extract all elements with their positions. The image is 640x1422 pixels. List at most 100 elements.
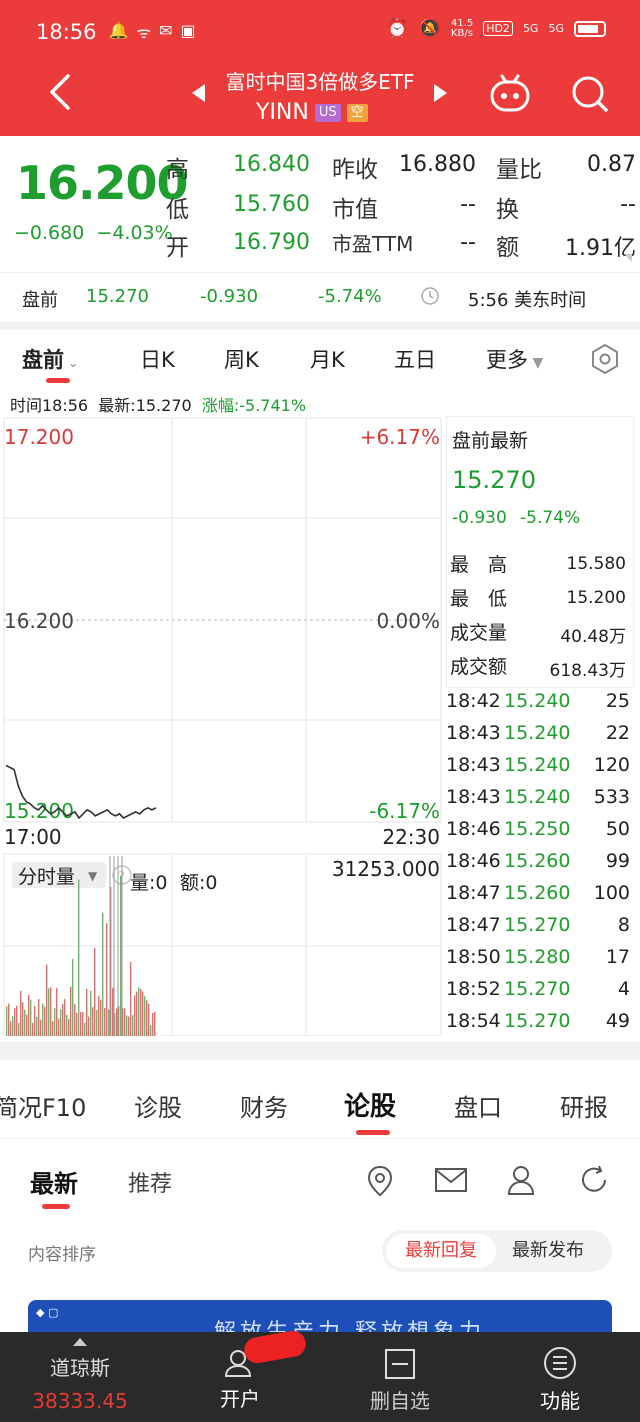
tick-volume: 120 xyxy=(593,754,630,776)
sort-toggle: 最新回复 最新发布 xyxy=(382,1230,612,1272)
volume-bar xyxy=(138,987,140,1036)
remove-watch-label: 删自选 xyxy=(370,1389,430,1413)
robot-icon[interactable] xyxy=(488,74,532,114)
settings-hexagon-icon[interactable] xyxy=(588,342,622,376)
volume-bar xyxy=(132,1015,134,1036)
mail-icon[interactable] xyxy=(434,1166,468,1194)
sort-latest-post[interactable]: 最新发布 xyxy=(512,1234,584,1268)
nav-functions[interactable]: 功能 xyxy=(480,1332,640,1422)
side-title: 盘前最新 xyxy=(452,430,529,452)
volume-bar xyxy=(152,1013,154,1036)
expand-corner-icon[interactable] xyxy=(624,254,632,262)
tab-premarket[interactable]: 盘前 ⌄ xyxy=(22,344,78,374)
volume-bar xyxy=(128,1016,130,1036)
tab-day-k[interactable]: 日K xyxy=(140,344,175,374)
prev-close-value: 16.880 xyxy=(399,152,476,177)
hd-badge: HD2 xyxy=(483,21,513,36)
menu-circle-icon xyxy=(544,1347,576,1379)
alarm-icon: ⏰ xyxy=(386,18,409,39)
volume-bar xyxy=(58,1018,60,1036)
sort-label: 内容排序 xyxy=(28,1245,96,1265)
tick-time: 18:47 xyxy=(446,914,501,936)
volume-bar xyxy=(22,1002,24,1036)
tab-diagnose[interactable]: 诊股 xyxy=(134,1088,182,1123)
volume-bar xyxy=(52,1021,54,1036)
volume-bar xyxy=(60,1009,62,1036)
x-axis-start: 17:00 xyxy=(4,825,62,849)
section-divider-2 xyxy=(0,1042,640,1060)
tab-research[interactable]: 研报 xyxy=(560,1088,608,1123)
volume-bar xyxy=(36,1016,38,1036)
tab-month-k[interactable]: 月K xyxy=(310,344,345,374)
tick-price: 15.270 xyxy=(504,914,571,936)
volume-bar xyxy=(32,1022,34,1036)
subtab-recommend[interactable]: 推荐 xyxy=(128,1166,172,1198)
volume-max: 31253.000 xyxy=(332,857,440,881)
refresh-icon[interactable] xyxy=(578,1164,610,1196)
nav-open-account[interactable]: 开户 xyxy=(160,1328,320,1422)
tab-week-k[interactable]: 周K xyxy=(224,344,259,374)
location-pin-icon[interactable] xyxy=(366,1164,394,1198)
amount-label: 额 xyxy=(496,235,519,261)
turnover-label: 换 xyxy=(496,197,519,223)
high-label: 高 xyxy=(166,157,189,183)
search-icon[interactable] xyxy=(570,74,610,114)
volume-bar xyxy=(136,991,138,1036)
volume-bar xyxy=(146,1000,148,1036)
volume-bar xyxy=(74,1004,76,1036)
volume-bar xyxy=(56,987,58,1036)
subtab-latest[interactable]: 最新 xyxy=(30,1164,78,1199)
nav-remove-watchlist[interactable]: 删自选 xyxy=(320,1332,480,1422)
tab-forum[interactable]: 论股 xyxy=(344,1086,396,1123)
y-axis-mid: 16.200 xyxy=(4,609,74,633)
side-amt: 618.43万 xyxy=(549,661,626,681)
volume-bar xyxy=(92,1007,94,1036)
volume-bar xyxy=(26,1014,28,1036)
bell-icon: 🔔 xyxy=(108,21,129,40)
mute-icon: 🔕 xyxy=(418,18,441,39)
volume-bar xyxy=(28,994,30,1036)
volume-bar xyxy=(46,964,48,1036)
volume-bar xyxy=(116,1008,118,1036)
volume-bar xyxy=(38,999,40,1036)
divider xyxy=(0,272,640,273)
volume-bar xyxy=(94,947,96,1036)
intraday-chart[interactable]: 17.200 16.200 15.200 +6.17% 0.00% -6.17%… xyxy=(0,416,445,1036)
volume-bar xyxy=(108,1009,110,1036)
tick-time: 18:43 xyxy=(446,754,501,776)
tab-orderbook[interactable]: 盘口 xyxy=(454,1088,502,1123)
bottom-nav: 道琼斯 38333.45 开户 删自选 功能 xyxy=(0,1328,640,1422)
volume-bar xyxy=(70,986,72,1036)
user-icon[interactable] xyxy=(506,1164,536,1196)
volume-bar xyxy=(34,1006,36,1036)
minus-square-icon xyxy=(385,1349,415,1379)
tick-time: 18:54 xyxy=(446,1010,501,1032)
expand-up-icon xyxy=(73,1338,87,1346)
tick-price: 15.270 xyxy=(504,978,571,1000)
forum-subtabs: 最新 推荐 xyxy=(0,1150,640,1230)
stock-symbol-row: YINN US 空 xyxy=(256,100,368,125)
tick-price: 15.270 xyxy=(504,1010,571,1032)
volume-bar xyxy=(96,1009,98,1036)
side-price: 15.270 xyxy=(452,466,536,494)
sort-latest-reply[interactable]: 最新回复 xyxy=(386,1234,496,1268)
y-axis-top: 17.200 xyxy=(4,425,74,449)
volume-bar xyxy=(12,1016,14,1036)
dropdown-caret-icon: ▼ xyxy=(88,869,98,883)
volume-bar xyxy=(130,962,132,1036)
tick-volume: 25 xyxy=(605,690,630,712)
volume-bar xyxy=(84,1022,86,1036)
tab-five-day[interactable]: 五日 xyxy=(394,344,436,374)
premarket-side-panel: 盘前最新 15.270 -0.930 -5.74% 最 高 15.580 最 低… xyxy=(446,416,636,1036)
tick-volume: 8 xyxy=(617,914,630,936)
tab-more[interactable]: 更多 ▼ xyxy=(486,344,543,374)
pct-axis-bottom: -6.17% xyxy=(369,799,440,823)
volume-bar xyxy=(44,1006,46,1036)
pe-value: -- xyxy=(460,230,476,255)
app-icon: ▣ xyxy=(180,21,196,40)
tab-f10[interactable]: 简况F10 xyxy=(0,1088,86,1123)
tab-finance[interactable]: 财务 xyxy=(240,1088,288,1123)
volume-bar xyxy=(72,959,74,1036)
nav-dow-jones[interactable]: 道琼斯 38333.45 xyxy=(0,1332,160,1422)
volume-bar xyxy=(102,912,104,1036)
